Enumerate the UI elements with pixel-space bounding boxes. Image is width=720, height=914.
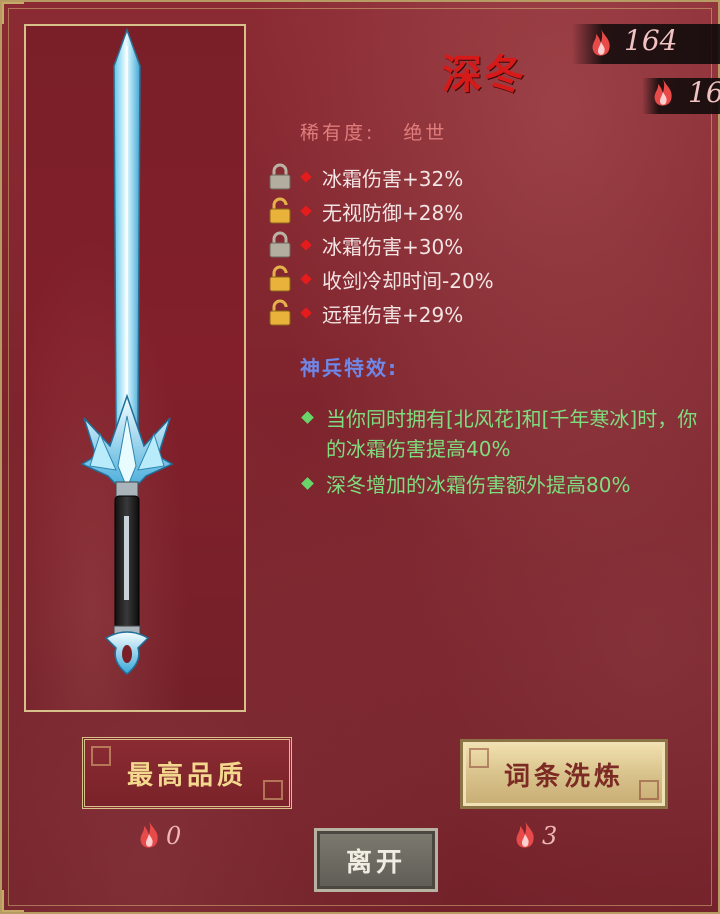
weapon-detail-panel: 164 16 深冬 稀有度: 绝世 冰霜伤害+32% 无视防御+28% [0,0,720,914]
bullet-diamond [300,205,312,217]
reroll-attributes-button[interactable]: 词条洗炼 [460,739,668,809]
reroll-label: 词条洗炼 [503,761,624,792]
red-flame-icon [654,79,672,106]
currency-count: 16 [688,76,720,109]
corner-ornament [2,890,24,912]
fret-ornament [469,748,489,768]
special-effect-text: 深冬增加的冰霜伤害额外提高80% [326,473,631,497]
weapon-name: 深冬 [442,51,526,98]
max-quality-cost: 0 [136,820,181,852]
stat-row: 远程伤害+29% [268,296,494,330]
red-flame-icon [140,821,158,848]
padlock-icon[interactable] [268,163,292,191]
stat-label: 冰霜伤害+32% [322,166,464,191]
cost-value: 3 [542,822,558,850]
stat-label: 冰霜伤害+30% [322,234,464,259]
bullet-diamond [300,307,312,319]
leave-label: 离开 [345,847,406,878]
fret-ornament [639,780,659,800]
stat-row: 冰霜伤害+32% [268,160,494,194]
max-quality-label: 最高品质 [126,760,247,791]
ice-sword-icon [80,27,174,675]
reroll-cost: 3 [512,820,557,852]
special-effect-text: 当你同时拥有[北风花]和[千年寒冰]时，你的冰霜伤害提高40% [326,407,698,461]
rarity-row: 稀有度: 绝世 [300,118,447,145]
padlock-open-icon[interactable] [268,197,292,225]
red-flame-icon [592,29,610,56]
bullet-diamond-green [301,477,314,490]
stat-label: 无视防御+28% [322,200,464,225]
leave-button[interactable]: 离开 [314,828,438,892]
stat-row: 无视防御+28% [268,194,494,228]
special-effect-item: 深冬增加的冰霜伤害额外提高80% [300,470,710,500]
stat-row: 冰霜伤害+30% [268,228,494,262]
bullet-diamond [300,239,312,251]
stat-list: 冰霜伤害+32% 无视防御+28% 冰霜伤害+30% 收剑冷却时间-20% 远程… [268,160,494,330]
padlock-open-icon[interactable] [268,265,292,293]
bullet-diamond [300,171,312,183]
special-effect-item: 当你同时拥有[北风花]和[千年寒冰]时，你的冰霜伤害提高40% [300,404,710,464]
rarity-label: 稀有度: [300,122,376,144]
currency-count: 164 [624,24,678,57]
special-effects-title: 神兵特效: [300,356,398,380]
stat-row: 收剑冷却时间-20% [268,262,494,296]
special-effects-list: 当你同时拥有[北风花]和[千年寒冰]时，你的冰霜伤害提高40% 深冬增加的冰霜伤… [300,404,710,506]
bullet-diamond [300,273,312,285]
weapon-image-frame [24,24,246,712]
fret-ornament [91,746,111,766]
stat-label: 远程伤害+29% [322,302,464,327]
stat-label: 收剑冷却时间-20% [322,268,494,293]
max-quality-button[interactable]: 最高品质 [82,737,292,809]
cost-value: 0 [166,822,182,850]
rarity-value: 绝世 [403,122,448,144]
padlock-open-icon[interactable] [268,299,292,327]
red-flame-icon [516,821,534,848]
fret-ornament [263,780,283,800]
padlock-icon[interactable] [268,231,292,259]
corner-ornament [2,2,24,24]
bullet-diamond-green [301,411,314,424]
